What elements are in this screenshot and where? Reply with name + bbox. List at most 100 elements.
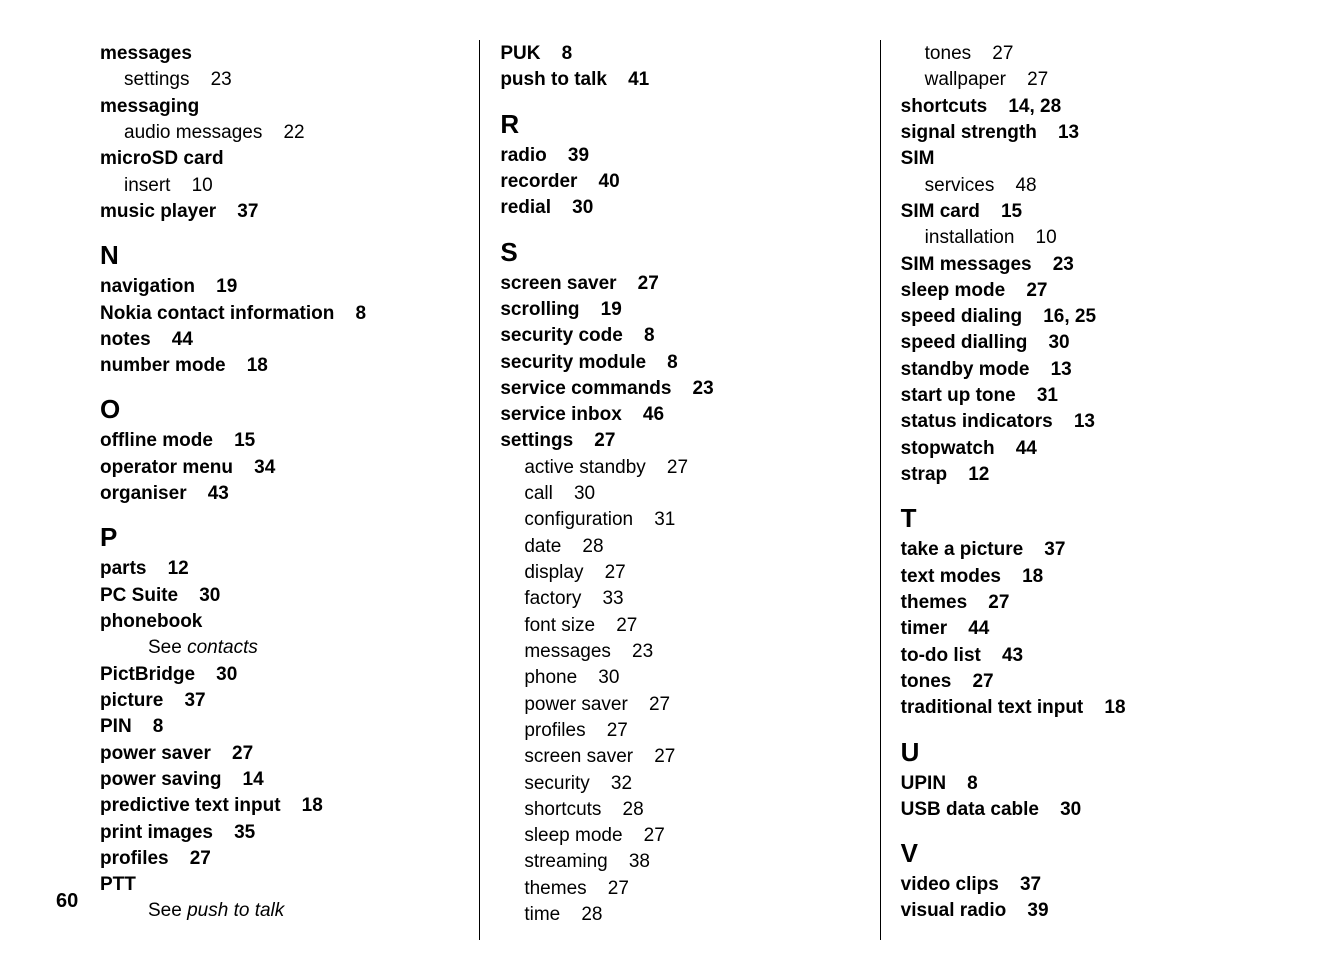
index-entry: traditional text input 18	[901, 696, 1260, 720]
index-subentry-term: insert	[124, 175, 170, 196]
index-entry-pages: 13	[1029, 359, 1071, 380]
index-entry-pages: 15	[213, 430, 255, 451]
index-subentry-term: phone	[524, 667, 577, 688]
index-subentry-term: installation	[925, 227, 1015, 248]
index-entry-term: strap	[901, 464, 947, 485]
index-entry-pages: 43	[187, 483, 229, 504]
index-entry: SIM messages 23	[901, 253, 1260, 277]
index-entry-term: stopwatch	[901, 438, 995, 459]
index-entry-pages: 14	[221, 769, 263, 790]
index-subentry-pages: 27	[1006, 69, 1048, 90]
index-entry-pages: 41	[607, 69, 649, 90]
index-letter-heading: T	[901, 503, 1260, 534]
index-entry: parts 12	[100, 557, 459, 581]
index-subentry-term: font size	[524, 615, 595, 636]
index-entry-pages: 13	[1053, 411, 1095, 432]
index-entry: recorder 40	[500, 170, 859, 194]
index-subentry-term: tones	[925, 43, 971, 64]
index-entry: security code 8	[500, 324, 859, 348]
index-entry-pages: 31	[1016, 385, 1058, 406]
index-subentry: audio messages 22	[100, 121, 459, 145]
index-subentry: installation 10	[901, 226, 1260, 250]
index-entry-pages: 8	[946, 773, 978, 794]
index-entry-pages: 27	[573, 430, 615, 451]
index-entry-term: sleep mode	[901, 280, 1006, 301]
index-entry-term: video clips	[901, 874, 999, 895]
index-entry: push to talk 41	[500, 68, 859, 92]
index-entry: operator menu 34	[100, 456, 459, 480]
index-entry-pages: 27	[169, 848, 211, 869]
index-letter-heading: P	[100, 522, 459, 553]
index-subentry-pages: 27	[586, 720, 628, 741]
index-entry-term: SIM card	[901, 201, 980, 222]
index-entry-pages: 44	[947, 618, 989, 639]
index-subentry-term: themes	[524, 878, 586, 899]
index-subentry-term: active standby	[524, 457, 645, 478]
index-entry-pages: 23	[671, 378, 713, 399]
index-entry-pages: 12	[947, 464, 989, 485]
index-entry-pages: 44	[995, 438, 1037, 459]
index-entry: messages	[100, 42, 459, 66]
index-entry-pages: 8	[540, 43, 572, 64]
index-entry-pages: 19	[195, 276, 237, 297]
see-label: See	[148, 637, 187, 658]
index-subentry-pages: 48	[994, 175, 1036, 196]
index-entry: USB data cable 30	[901, 798, 1260, 822]
index-subentry: tones 27	[901, 42, 1260, 66]
index-entry: to-do list 43	[901, 644, 1260, 668]
index-entry-term: profiles	[100, 848, 169, 869]
index-entry-pages: 37	[216, 201, 258, 222]
index-entry-pages: 44	[151, 329, 193, 350]
index-entry-term: scrolling	[500, 299, 579, 320]
index-entry-term: operator menu	[100, 457, 233, 478]
index-entry-term: SIM messages	[901, 254, 1032, 275]
index-subentry: time 28	[500, 903, 859, 927]
index-entry: PTT	[100, 873, 459, 897]
index-entry-pages: 12	[146, 558, 188, 579]
index-entry-pages: 43	[981, 645, 1023, 666]
index-subentry: screen saver 27	[500, 745, 859, 769]
index-subentry-term: services	[925, 175, 995, 196]
index-subentry: phone 30	[500, 666, 859, 690]
index-entry-term: microSD card	[100, 148, 224, 169]
index-entry: start up tone 31	[901, 384, 1260, 408]
index-entry-term: organiser	[100, 483, 187, 504]
index-entry: PictBridge 30	[100, 663, 459, 687]
index-entry-pages: 35	[213, 822, 255, 843]
index-letter-heading: V	[901, 838, 1260, 869]
index-subentry: font size 27	[500, 614, 859, 638]
index-subentry: security 32	[500, 772, 859, 796]
index-entry: offline mode 15	[100, 429, 459, 453]
index-entry: stopwatch 44	[901, 437, 1260, 461]
index-entry: PUK 8	[500, 42, 859, 66]
index-entry-pages: 30	[551, 197, 593, 218]
index-entry-term: music player	[100, 201, 216, 222]
index-entry: number mode 18	[100, 354, 459, 378]
index-entry: Nokia contact information 8	[100, 302, 459, 326]
index-subentry-term: call	[524, 483, 553, 504]
index-entry: strap 12	[901, 463, 1260, 487]
index-subentry: sleep mode 27	[500, 824, 859, 848]
index-entry-pages: 15	[980, 201, 1022, 222]
index-subentry-pages: 33	[581, 588, 623, 609]
index-entry: music player 37	[100, 200, 459, 224]
index-entry: power saver 27	[100, 742, 459, 766]
index-entry-pages: 37	[163, 690, 205, 711]
index-entry-pages: 16, 25	[1022, 306, 1096, 327]
index-entry-term: predictive text input	[100, 795, 281, 816]
index-subentry-term: factory	[524, 588, 581, 609]
index-subentry: insert 10	[100, 174, 459, 198]
index-entry-pages: 13	[1037, 122, 1079, 143]
index-entry-term: push to talk	[500, 69, 607, 90]
index-subentry-term: screen saver	[524, 746, 633, 767]
index-subentry-term: profiles	[524, 720, 585, 741]
index-subentry-pages: 28	[601, 799, 643, 820]
index-subentry: configuration 31	[500, 508, 859, 532]
index-subentry-term: audio messages	[124, 122, 262, 143]
index-entry-pages: 8	[132, 716, 164, 737]
index-entry-term: offline mode	[100, 430, 213, 451]
index-entry: organiser 43	[100, 482, 459, 506]
index-subentry-term: streaming	[524, 851, 607, 872]
index-subentry-pages: 31	[633, 509, 675, 530]
index-entry-pages: 27	[211, 743, 253, 764]
